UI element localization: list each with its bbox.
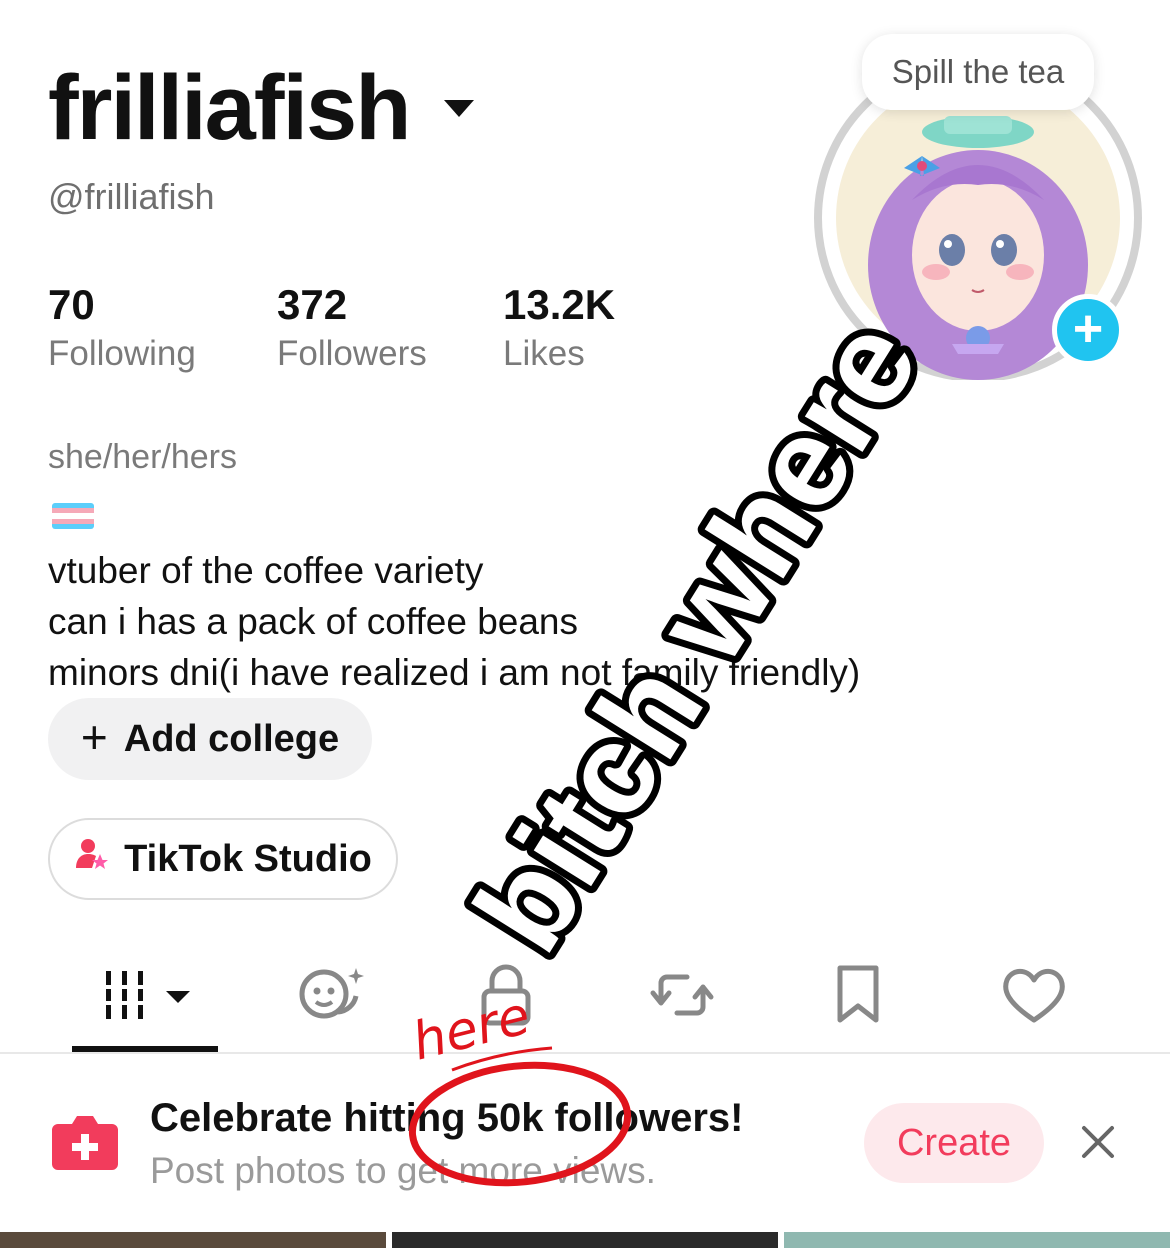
tab-videos-grid[interactable] bbox=[104, 960, 194, 1030]
bio-pronouns: she/her/hers bbox=[48, 438, 237, 476]
tab-reposts[interactable] bbox=[642, 960, 722, 1030]
lock-icon bbox=[481, 964, 531, 1026]
video-thumbnail[interactable] bbox=[392, 1232, 778, 1248]
bio-line: minors dni(i have realized i am not fami… bbox=[48, 652, 861, 693]
stat-following-value: 70 bbox=[48, 281, 95, 328]
stat-likes[interactable]: 13.2K Likes bbox=[503, 284, 615, 374]
grid-icon bbox=[106, 971, 190, 1019]
add-avatar-plus-button[interactable]: + bbox=[1052, 294, 1124, 366]
tab-divider bbox=[0, 1052, 1170, 1054]
add-college-label: Add college bbox=[123, 717, 340, 760]
promo-title: Celebrate hitting 50k followers! bbox=[150, 1096, 744, 1140]
plus-icon: + bbox=[80, 711, 108, 763]
studio-user-icon bbox=[74, 836, 110, 882]
video-thumbnail[interactable] bbox=[784, 1232, 1170, 1248]
video-thumbnail[interactable] bbox=[0, 1232, 386, 1248]
create-button[interactable]: Create bbox=[864, 1103, 1044, 1183]
account-switch-caret-icon[interactable] bbox=[444, 100, 474, 117]
profile-bio: vtuber of the coffee variety can i has a… bbox=[48, 545, 860, 698]
bookmark-icon bbox=[837, 965, 879, 1023]
stat-following-label: Following bbox=[48, 334, 196, 373]
repost-icon bbox=[650, 974, 714, 1016]
bio-line: vtuber of the coffee variety bbox=[48, 550, 484, 591]
tab-liked[interactable] bbox=[994, 960, 1074, 1030]
stat-followers-label: Followers bbox=[277, 334, 427, 373]
trans-flag-icon bbox=[52, 503, 94, 529]
heart-icon bbox=[1003, 968, 1065, 1023]
reposts-face-icon bbox=[299, 968, 364, 1019]
profile-handle: @frilliafish bbox=[48, 176, 215, 217]
profile-username: frilliafish bbox=[48, 57, 411, 159]
spill-the-tea-tooltip[interactable]: Spill the tea bbox=[862, 34, 1094, 110]
close-icon[interactable] bbox=[1074, 1118, 1122, 1166]
tab-private[interactable] bbox=[466, 960, 546, 1030]
promo-subtitle: Post photos to get more views. bbox=[150, 1150, 656, 1191]
stat-followers[interactable]: 372 Followers bbox=[277, 284, 427, 374]
stat-followers-value: 372 bbox=[277, 281, 348, 328]
tiktok-studio-label: TikTok Studio bbox=[124, 837, 372, 880]
camera-plus-icon bbox=[52, 1116, 118, 1170]
stat-likes-value: 13.2K bbox=[503, 281, 616, 328]
add-college-button[interactable]: + Add college bbox=[48, 698, 372, 780]
stat-likes-label: Likes bbox=[503, 334, 585, 373]
tab-stories[interactable] bbox=[290, 960, 370, 1030]
tab-favorites[interactable] bbox=[818, 960, 898, 1030]
tiktok-studio-button[interactable]: TikTok Studio bbox=[48, 818, 398, 900]
bio-line: can i has a pack of coffee beans bbox=[48, 601, 579, 642]
stat-following[interactable]: 70 Following bbox=[48, 284, 196, 374]
